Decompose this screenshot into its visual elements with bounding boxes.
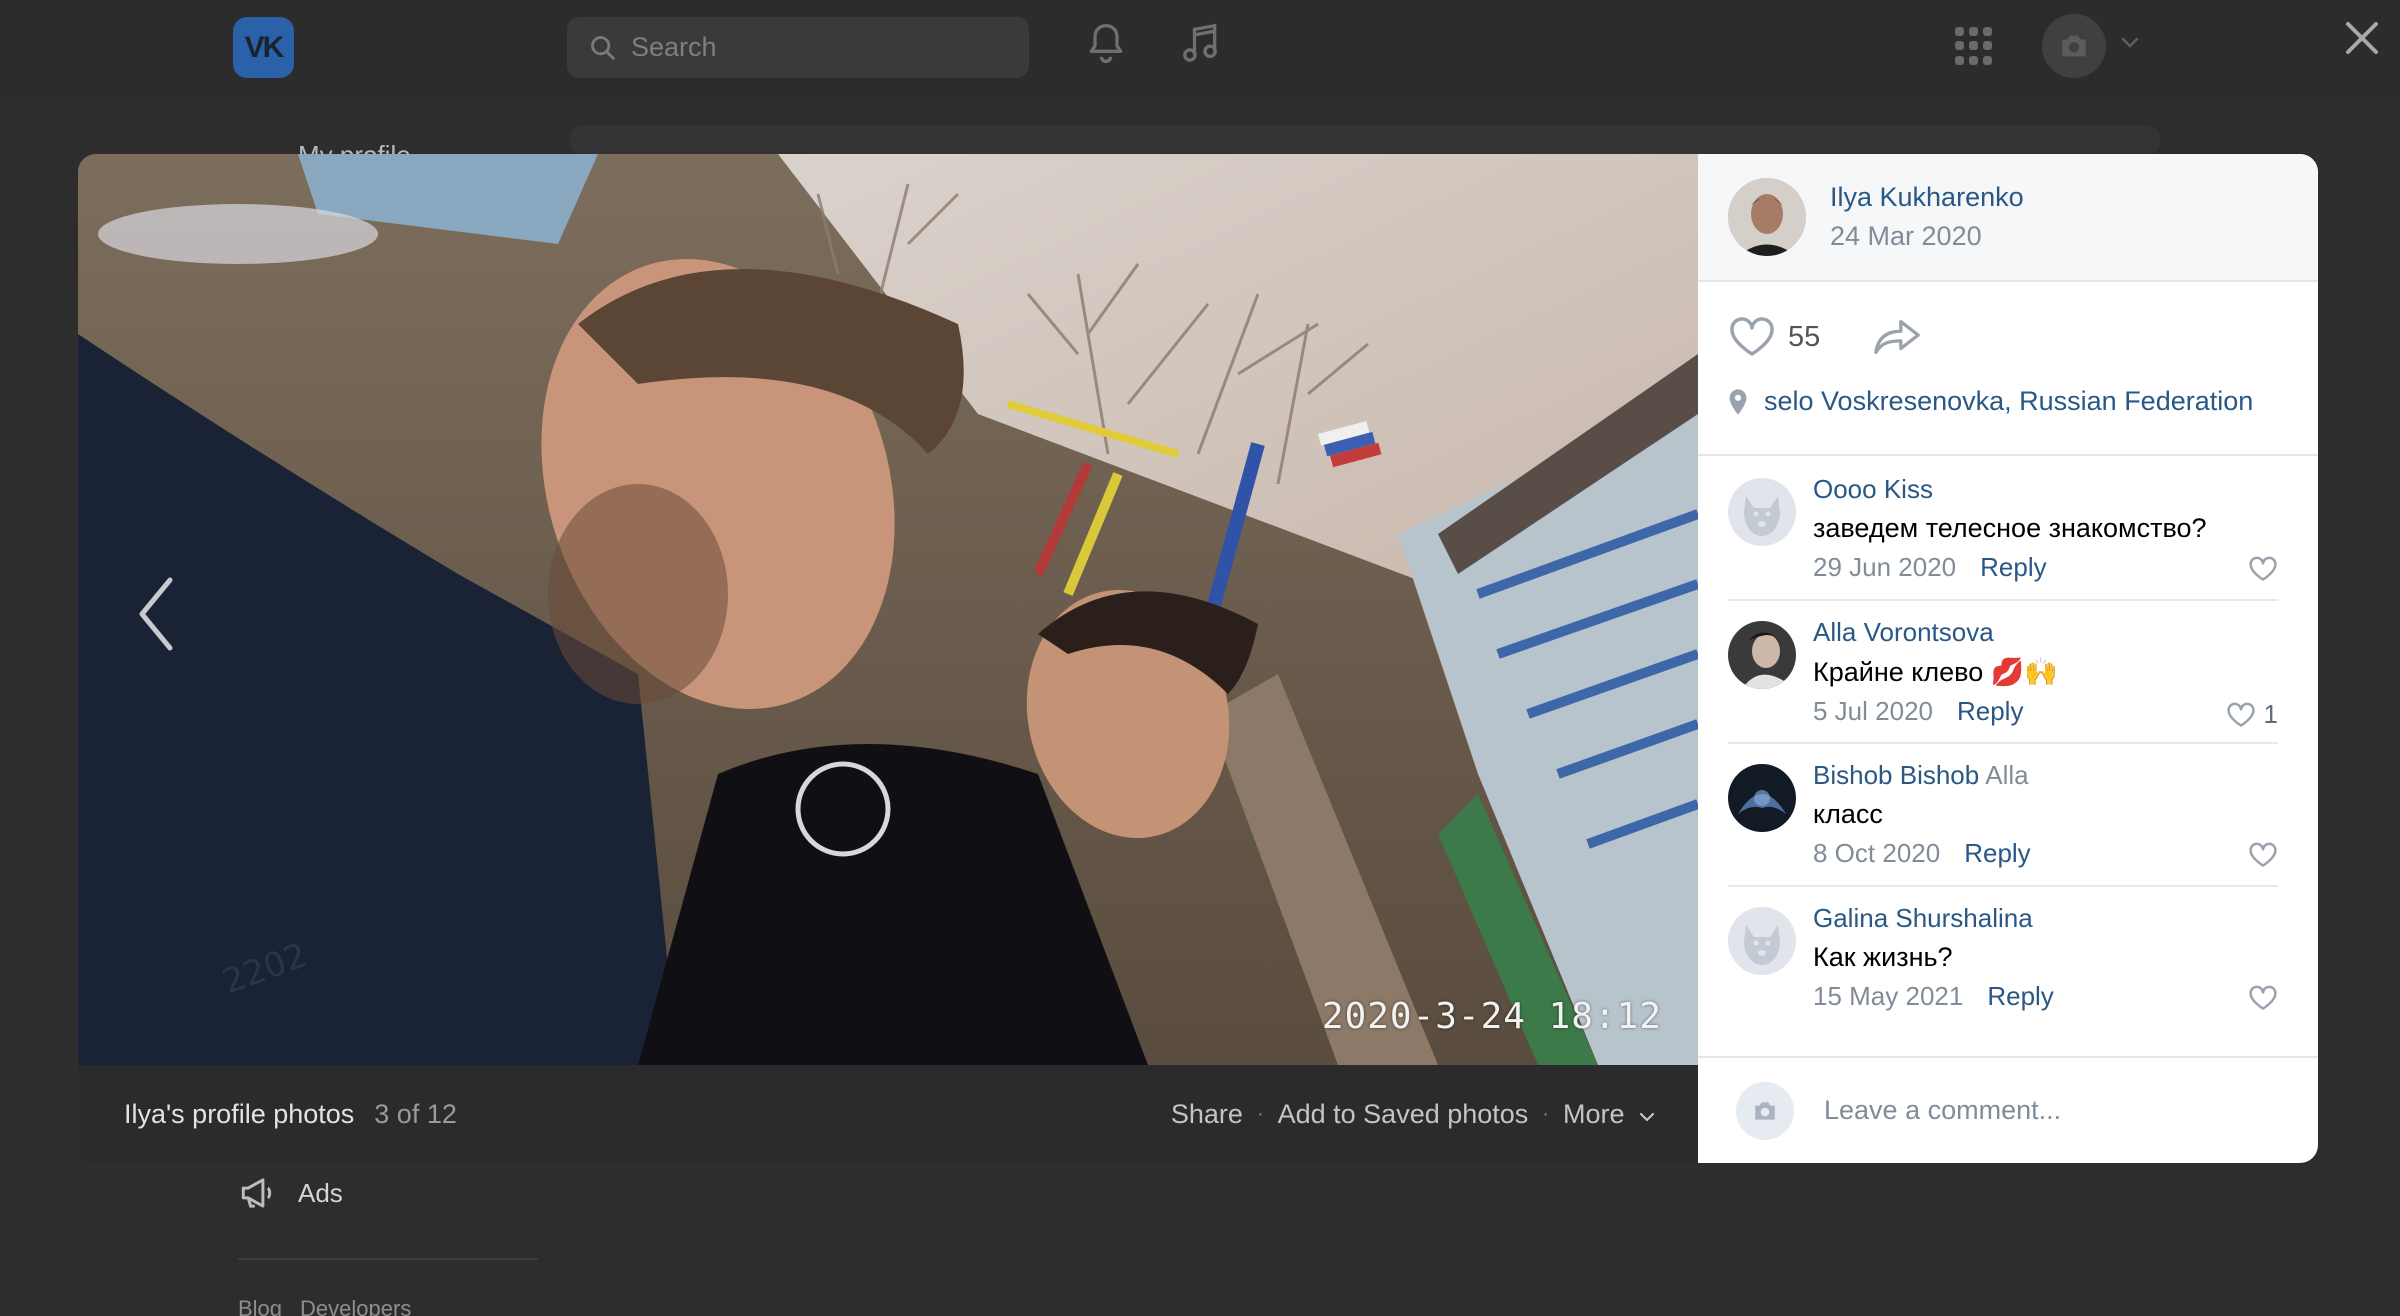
ads-label: Ads (298, 1177, 343, 1208)
more-label: More (1562, 1098, 1625, 1129)
share-photo-button[interactable]: Share (1171, 1099, 1243, 1130)
music-icon[interactable] (1178, 20, 1222, 68)
commenter-name[interactable]: Galina Shurshalina (1813, 903, 2033, 933)
comment-date: 8 Oct 2020 (1813, 838, 1941, 868)
commenter-name[interactable]: Bishob Bishob (1813, 760, 1979, 790)
photo-actions: Share · Add to Saved photos · More (1171, 1065, 1656, 1163)
commenter-name[interactable]: Alla Vorontsova (1813, 617, 1994, 647)
chevron-down-icon[interactable] (2120, 36, 2140, 50)
commenter-avatar-image (1728, 621, 1796, 689)
comment-date: 5 Jul 2020 (1813, 696, 1933, 726)
dog-avatar-icon (1728, 478, 1796, 546)
album-title[interactable]: Ilya's profile photos (124, 1099, 354, 1130)
bell-icon[interactable] (1084, 20, 1128, 68)
post-date: 24 Mar 2020 (1830, 221, 1982, 251)
comment-text: класс (1813, 799, 1883, 829)
comment-like-button[interactable] (2248, 985, 2278, 1011)
comment-text: Как жизнь? (1813, 942, 1953, 972)
heart-icon (2249, 985, 2277, 1010)
share-icon[interactable] (1872, 317, 1922, 357)
reply-to-name[interactable]: Alla (1985, 760, 2028, 790)
comment-like-button[interactable] (2248, 556, 2278, 582)
selfie-photo: 2202 (78, 154, 1698, 1065)
camera-icon (1755, 1101, 1775, 1120)
user-avatar[interactable] (2042, 14, 2106, 78)
vk-logo[interactable]: VK (233, 17, 294, 78)
post-location: selo Voskresenovka, Russian Federation (1728, 386, 2253, 417)
search-input[interactable] (631, 32, 1011, 63)
add-to-saved-button[interactable]: Add to Saved photos (1278, 1099, 1529, 1130)
photo-image[interactable]: 2202 2020-3-24 18:12 (78, 154, 1698, 1065)
comment-item: Bishob Bishob Alla класс 8 Oct 2020 Reply (1698, 742, 2318, 885)
background-footer: Blog Developers (238, 1296, 411, 1316)
author-name[interactable]: Ilya Kukharenko (1830, 182, 2024, 213)
commenter-avatar[interactable] (1728, 478, 1796, 546)
comment-like-button[interactable]: 1 (2226, 699, 2278, 730)
photo-counter: 3 of 12 (374, 1098, 457, 1129)
photo-timestamp-overlay: 2020-3-24 18:12 (1321, 996, 1662, 1037)
comment-item: Oooo Kiss заведем телесное знакомство? 2… (1698, 456, 2318, 599)
previous-photo-arrow-icon[interactable] (134, 574, 178, 654)
close-icon[interactable] (2342, 18, 2382, 58)
photo-info-panel: Ilya Kukharenko 24 Mar 2020 55 selo Vosk… (1698, 154, 2318, 1163)
comment-input[interactable] (1824, 1095, 2264, 1126)
like-count: 55 (1788, 320, 1821, 353)
separator: · (1542, 1102, 1549, 1125)
footer-link-developers: Developers (300, 1296, 412, 1316)
photo-footer-bar: Ilya's profile photos 3 of 12 Share · Ad… (78, 1065, 1698, 1163)
comments-list: Oooo Kiss заведем телесное знакомство? 2… (1698, 456, 2318, 1028)
comment-item: Alla Vorontsova Крайне клево 💋🙌 5 Jul 20… (1698, 599, 2318, 742)
background-feed-card (570, 125, 2160, 155)
separator: · (1256, 1102, 1264, 1125)
camera-icon (2062, 35, 2086, 57)
comment-text: заведем телесное знакомство? (1813, 513, 2207, 543)
heart-icon (2226, 702, 2255, 727)
dog-avatar-icon (1728, 907, 1796, 975)
photo-viewer-modal: 2202 2020-3-24 18:12 Ilya's profile phot… (78, 154, 2318, 1163)
footer-link-blog: Blog (238, 1296, 283, 1316)
background-divider (238, 1258, 538, 1260)
author-avatar[interactable] (1728, 178, 1806, 256)
comment-composer (1698, 1056, 2318, 1163)
comment-date: 29 Jun 2020 (1813, 552, 1957, 582)
comment-like-button[interactable] (2248, 842, 2278, 868)
comment-text: Крайне клево 💋🙌 (1813, 657, 2058, 687)
comment-date: 15 May 2021 (1813, 981, 1964, 1011)
reply-button[interactable]: Reply (1980, 552, 2046, 582)
commenter-avatar[interactable] (1728, 621, 1796, 689)
reply-button[interactable]: Reply (1957, 696, 2023, 726)
top-navigation-bar: VK (0, 0, 2400, 96)
location-link[interactable]: selo Voskresenovka, Russian Federation (1764, 386, 2253, 417)
heart-icon (2249, 842, 2277, 867)
commenter-avatar-image (1728, 764, 1796, 832)
heart-icon[interactable] (1728, 316, 1776, 358)
post-actions-row: 55 (1728, 316, 1922, 358)
comment-like-count: 1 (2263, 699, 2278, 729)
background-menu-ads: Ads (238, 1175, 343, 1211)
chevron-down-icon (1639, 1112, 1655, 1122)
more-menu-button[interactable]: More (1563, 1099, 1656, 1130)
author-avatar-image (1728, 178, 1806, 256)
location-pin-icon (1729, 388, 1747, 415)
megaphone-icon (241, 1178, 272, 1208)
post-author-header: Ilya Kukharenko 24 Mar 2020 (1698, 154, 2318, 282)
apps-icon[interactable] (1955, 27, 1993, 65)
reply-button[interactable]: Reply (1987, 981, 2053, 1011)
comment-item: Galina Shurshalina Как жизнь? 15 May 202… (1698, 885, 2318, 1028)
heart-icon (2249, 556, 2277, 581)
reply-button[interactable]: Reply (1964, 838, 2030, 868)
commenter-avatar[interactable] (1728, 907, 1796, 975)
current-user-avatar (1736, 1081, 1794, 1140)
commenter-name[interactable]: Oooo Kiss (1813, 474, 1933, 504)
commenter-avatar[interactable] (1728, 764, 1796, 832)
search-box[interactable] (567, 17, 1029, 78)
search-icon (591, 35, 615, 60)
